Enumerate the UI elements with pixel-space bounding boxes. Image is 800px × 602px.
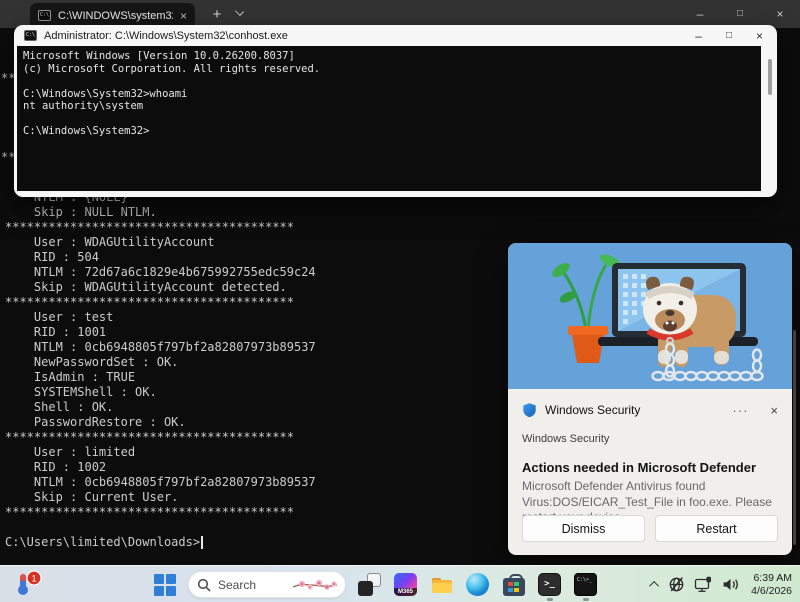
- windows-logo-icon: [154, 574, 176, 596]
- edge-icon: [466, 573, 489, 596]
- notification-header: Windows Security ··· ×: [508, 389, 792, 418]
- clock-time: 6:39 AM: [751, 572, 792, 585]
- search-icon: [197, 578, 211, 592]
- minimize-button[interactable]: –: [695, 26, 702, 46]
- terminal-tab-title: C:\WINDOWS\system32\cmd.: [58, 10, 173, 22]
- search-placeholder: Search: [218, 578, 286, 592]
- widgets-button[interactable]: 1: [12, 570, 44, 599]
- globe-slash-icon: [668, 576, 685, 593]
- security-notification: Windows Security ··· × Windows Security …: [508, 243, 792, 555]
- cherry-blossom-decoration: [293, 577, 337, 593]
- edge-browser-button[interactable]: [465, 572, 490, 597]
- file-explorer-button[interactable]: [429, 572, 454, 597]
- close-button[interactable]: ×: [756, 26, 763, 46]
- notification-actions: Dismiss Restart: [522, 515, 778, 542]
- m365-copilot-button[interactable]: M365: [393, 572, 418, 597]
- folder-icon: [430, 573, 454, 597]
- chevron-up-icon: [649, 581, 659, 591]
- windows-terminal-button[interactable]: >_: [537, 572, 562, 597]
- no-internet-button[interactable]: [668, 576, 685, 593]
- dismiss-button[interactable]: Dismiss: [522, 515, 645, 542]
- maximize-button[interactable]: □: [726, 26, 732, 46]
- notification-close-icon[interactable]: ×: [770, 403, 778, 418]
- conhost-window: C:\ Administrator: C:\Windows\System32\c…: [14, 25, 777, 197]
- speaker-icon: [722, 577, 739, 592]
- notification-body: Windows Security ··· × Windows Security …: [508, 389, 792, 555]
- text-cursor: [201, 536, 203, 549]
- conhost-output: Microsoft Windows [Version 10.0.26200.80…: [23, 50, 761, 138]
- restart-button[interactable]: Restart: [655, 515, 778, 542]
- store-icon: [503, 578, 525, 596]
- cmd-tab-icon: C:\: [38, 10, 51, 21]
- close-button[interactable]: ×: [760, 0, 800, 28]
- maximize-button[interactable]: □: [720, 0, 760, 28]
- terminal-titlebar[interactable]: C:\ C:\WINDOWS\system32\cmd. × + – □ ×: [0, 0, 800, 28]
- notification-app-name: Windows Security: [545, 403, 724, 417]
- notification-title: Actions needed in Microsoft Defender: [522, 460, 778, 475]
- cmd-window-button[interactable]: C:\>_: [573, 572, 598, 597]
- desktop-screen: C:\ C:\WINDOWS\system32\cmd. × + – □ × *…: [0, 0, 800, 602]
- cmd-icon: C:\: [24, 30, 37, 41]
- svg-text:1: 1: [31, 574, 36, 584]
- start-button[interactable]: [152, 572, 177, 597]
- terminal-output: NTLM : {NULL} Skip : NULL NTLM. ********…: [5, 190, 316, 550]
- system-tray: 6:39 AM 4/6/2026: [652, 566, 792, 602]
- tab-close-icon[interactable]: ×: [180, 10, 187, 22]
- display-device-button[interactable]: [694, 576, 713, 593]
- terminal-icon: >_: [538, 573, 561, 596]
- console-icon: C:\>_: [574, 573, 597, 596]
- defender-shield-icon: [522, 402, 537, 418]
- notification-subtitle: Windows Security: [522, 433, 778, 445]
- conhost-scrollbar[interactable]: [768, 59, 772, 95]
- taskbar-center: Search M365: [152, 566, 598, 602]
- conhost-titlebar[interactable]: C:\ Administrator: C:\Windows\System32\c…: [14, 25, 777, 46]
- conhost-title: Administrator: C:\Windows\System32\conho…: [44, 30, 688, 42]
- bulldog-laptop-illustration: [508, 243, 792, 389]
- weather-thermometer-icon: 1: [12, 570, 44, 599]
- clock-date: 4/6/2026: [751, 585, 792, 598]
- notification-hero-image: [508, 243, 792, 389]
- running-indicator: [583, 598, 589, 601]
- chevron-down-icon: [235, 7, 244, 16]
- taskbar: 1 Search: [0, 565, 800, 602]
- terminal-scrollbar[interactable]: [793, 330, 796, 545]
- minimize-button[interactable]: –: [680, 0, 720, 28]
- tab-dropdown-button[interactable]: [236, 9, 244, 17]
- monitor-plug-icon: [694, 576, 713, 593]
- more-options-icon[interactable]: ···: [732, 403, 748, 418]
- conhost-console[interactable]: Microsoft Windows [Version 10.0.26200.80…: [17, 46, 761, 191]
- conhost-window-controls: – □ ×: [695, 26, 767, 46]
- task-view-button[interactable]: [357, 572, 382, 597]
- hidden-icons-button[interactable]: [652, 581, 659, 588]
- microsoft-store-button[interactable]: [501, 572, 526, 597]
- m365-copilot-icon: M365: [394, 573, 417, 596]
- terminal-window-controls: – □ ×: [680, 0, 800, 28]
- volume-button[interactable]: [722, 577, 739, 592]
- new-tab-button[interactable]: +: [205, 4, 229, 26]
- search-box[interactable]: Search: [188, 571, 346, 598]
- running-indicator: [547, 598, 553, 601]
- clock[interactable]: 6:39 AM 4/6/2026: [748, 572, 792, 597]
